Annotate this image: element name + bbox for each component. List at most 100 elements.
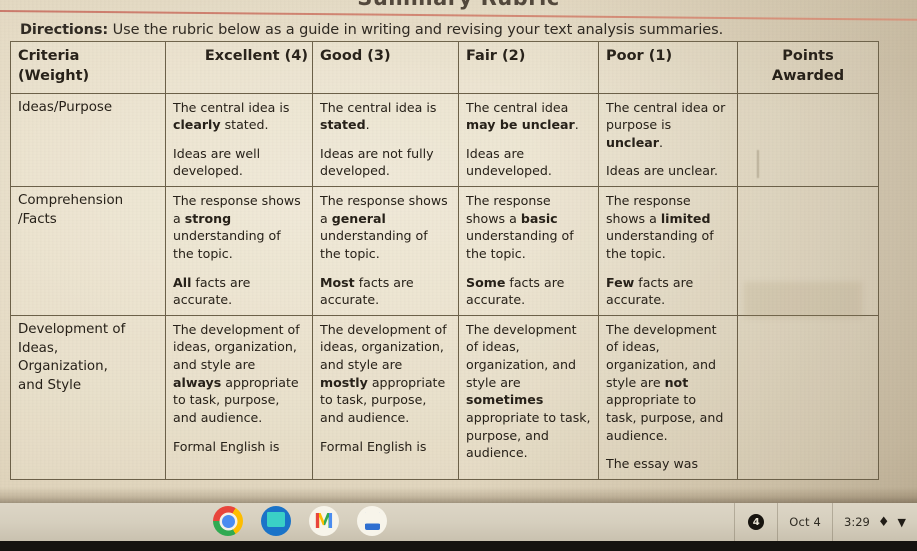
cell-paragraph: Ideas are undeveloped.: [466, 145, 552, 179]
emphasis-word: Most: [320, 274, 355, 290]
clock-and-status-button[interactable]: 3:29 ♦ ▼: [832, 503, 917, 541]
criteria-line: /Facts: [18, 211, 57, 227]
emphasis-word: Few: [606, 274, 635, 290]
cell-paragraph: The central idea is clearly stated.: [173, 99, 290, 133]
notification-tray-button[interactable]: 4: [734, 503, 777, 541]
cell-paragraph: Most facts are accurate.: [320, 274, 414, 308]
rubric-table: Criteria (Weight) Excellent (4) Good (3)…: [10, 41, 879, 480]
directions-text: Use the rubric below as a guide in writi…: [108, 22, 724, 38]
header-criteria-line2: (Weight): [18, 68, 90, 85]
wifi-icon: ▼: [897, 515, 906, 529]
cut-off-page-title: Summary Rubric: [0, 0, 917, 10]
red-horizontal-rule: [0, 10, 917, 22]
cell-paragraph: The essay was: [606, 456, 699, 472]
emphasis-word: All: [173, 274, 192, 290]
emphasis-word: strong: [184, 210, 232, 226]
excellent-cell: The development of ideas, organization, …: [165, 314, 313, 480]
emphasis-word: basic: [520, 210, 558, 226]
cell-paragraph: The central idea may be unclear.: [466, 99, 579, 133]
date-indicator[interactable]: Oct 4: [777, 503, 832, 541]
criteria-line: Ideas,: [18, 340, 59, 356]
criteria-line: Organization,: [18, 359, 108, 375]
battery-icon: ♦: [877, 514, 890, 530]
screen-bezel-bottom: [0, 541, 917, 551]
emphasis-word: not: [664, 374, 689, 390]
poor-cell: The response shows a limited understandi…: [598, 186, 738, 316]
header-fair: Fair (2): [458, 41, 599, 94]
emphasis-word: unclear: [606, 134, 659, 150]
header-poor: Poor (1): [598, 41, 738, 94]
poor-cell: The central idea or purpose is unclear. I…: [598, 92, 738, 188]
emphasis-word: always: [173, 374, 222, 390]
criteria-line: and Style: [18, 378, 82, 394]
header-points-awarded: Points Awarded: [737, 41, 879, 94]
criteria-line: Development of: [18, 321, 126, 337]
cell-paragraph: Formal English is: [173, 438, 280, 454]
good-cell: The development of ideas, organization, …: [312, 314, 459, 480]
emphasis-word: mostly: [320, 374, 368, 390]
excellent-cell: The response shows a strong understandin…: [165, 186, 313, 316]
criteria-cell: Ideas/Purpose: [10, 92, 166, 188]
header-criteria-line1: Criteria: [18, 48, 80, 64]
cell-paragraph: Ideas are unclear.: [606, 163, 718, 179]
fair-cell: The development of ideas, organization, …: [458, 314, 599, 480]
chrome-app-icon[interactable]: [213, 506, 243, 536]
emphasis-word: stated: [320, 117, 366, 133]
header-criteria: Criteria (Weight): [10, 41, 166, 94]
gmail-app-icon[interactable]: M: [309, 506, 339, 536]
rubric-header-row: Criteria (Weight) Excellent (4) Good (3)…: [10, 41, 879, 94]
cell-paragraph: All facts are accurate.: [173, 274, 251, 308]
points-awarded-cell[interactable]: [737, 314, 879, 480]
fair-cell: The central idea may be unclear. Ideas ar…: [458, 92, 599, 188]
directions-label: Directions:: [20, 22, 109, 38]
cell-paragraph: Some facts are accurate.: [466, 274, 565, 308]
cell-paragraph: The development of ideas, organization, …: [466, 321, 591, 461]
emphasis-word: sometimes: [466, 392, 544, 408]
poor-cell: The development of ideas, organization, …: [598, 314, 738, 480]
rubric-row: Ideas/Purpose The central idea is clearly…: [10, 92, 879, 188]
gmail-m-glyph: M: [314, 509, 334, 533]
header-excellent: Excellent (4): [165, 41, 313, 94]
cell-paragraph: The response shows a strong understandin…: [173, 193, 301, 261]
chromebook-shelf[interactable]: M 4 Oct 4 3:29 ♦ ▼: [0, 503, 917, 541]
cell-paragraph: The response shows a basic understanding…: [466, 193, 574, 261]
page-bottom-shadow: [0, 487, 917, 503]
photographed-rubric-page: Summary Rubric Directions: Use the rubri…: [0, 0, 917, 503]
fair-cell: The response shows a basic understanding…: [458, 186, 599, 316]
good-cell: The response shows a general understandi…: [312, 186, 459, 316]
emphasis-word: clearly: [173, 117, 221, 133]
emphasis-word: general: [331, 210, 386, 226]
rubric-body: Ideas/Purpose The central idea is clearly…: [10, 92, 879, 480]
emphasis-word: limited: [660, 210, 711, 226]
docs-app-icon[interactable]: [357, 506, 387, 536]
cell-paragraph: The response shows a limited understandi…: [606, 193, 714, 261]
criteria-line: Ideas/Purpose: [18, 99, 113, 115]
status-tray[interactable]: 4 Oct 4 3:29 ♦ ▼: [734, 503, 917, 541]
cell-paragraph: The response shows a general understandi…: [320, 193, 448, 261]
cell-paragraph: Formal English is: [320, 438, 427, 454]
excellent-cell: The central idea is clearly stated. Ideas…: [165, 92, 313, 188]
cell-paragraph: Ideas are not fully developed.: [320, 145, 434, 179]
cell-paragraph: The central idea or purpose is unclear.: [606, 99, 726, 150]
cell-paragraph: The development of ideas, organization, …: [606, 321, 724, 443]
criteria-cell: Comprehension/Facts: [10, 186, 166, 316]
cell-paragraph: Few facts are accurate.: [606, 274, 694, 308]
emphasis-word: Some: [466, 274, 506, 290]
emphasis-word: may be unclear: [466, 117, 575, 133]
header-good: Good (3): [312, 41, 459, 94]
files-app-icon[interactable]: [261, 506, 291, 536]
points-awarded-cell[interactable]: [737, 186, 879, 316]
points-awarded-cell[interactable]: [737, 92, 879, 188]
cell-paragraph: The development of ideas, organization, …: [320, 321, 447, 425]
criteria-line: Comprehension: [18, 193, 124, 209]
rubric-row: Development of Ideas, Organization, and Sty…: [10, 314, 879, 480]
notification-count-badge: 4: [748, 514, 765, 530]
chromebook-screen: Summary Rubric Directions: Use the rubri…: [0, 0, 917, 551]
cell-paragraph: The central idea is stated.: [320, 99, 437, 133]
cell-paragraph: Ideas are well developed.: [173, 145, 261, 179]
cell-paragraph: The development of ideas, organization, …: [173, 321, 300, 425]
good-cell: The central idea is stated. Ideas are not…: [312, 92, 459, 188]
criteria-cell: Development of Ideas, Organization, and Sty…: [10, 314, 166, 480]
rubric-row: Comprehension/Facts The response shows a …: [10, 186, 879, 316]
shelf-app-launcher-row[interactable]: M: [213, 506, 387, 536]
